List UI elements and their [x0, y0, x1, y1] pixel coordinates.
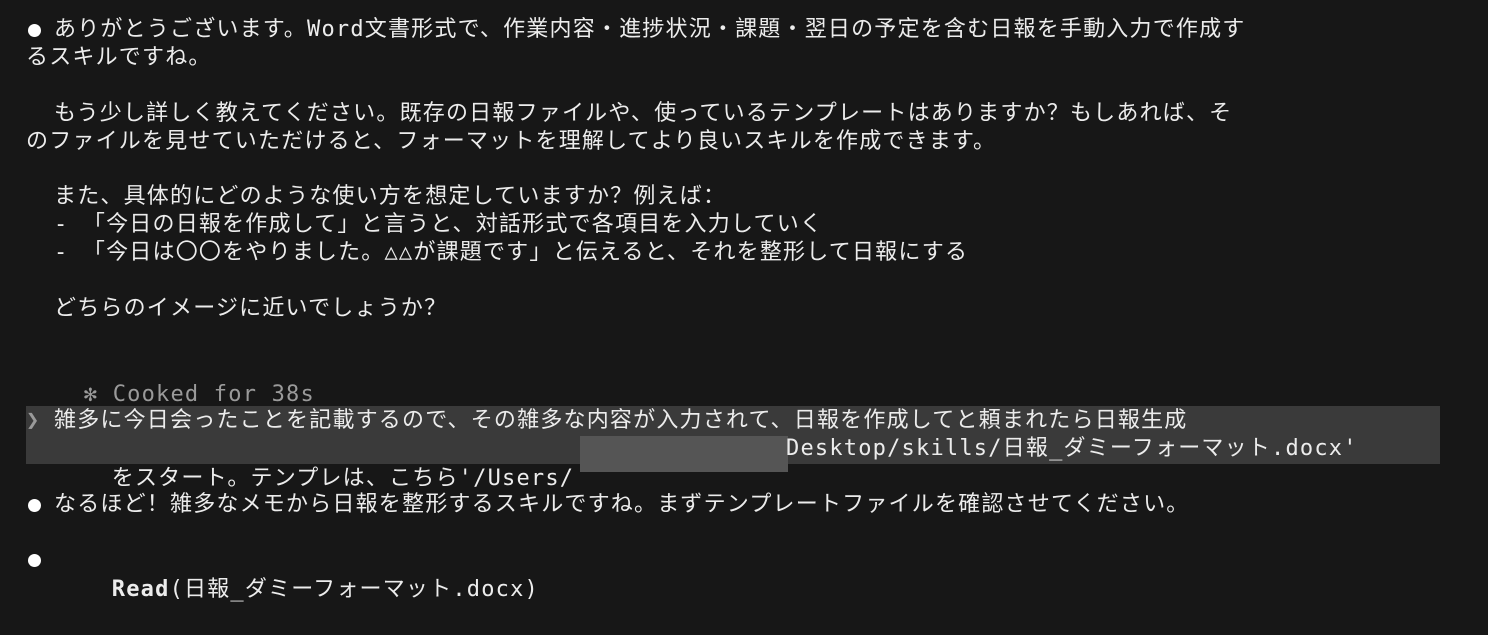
- redaction-box: [580, 436, 788, 472]
- assistant-text-line: ありがとうございます。Word文書形式で、作業内容・進捗状況・課題・翌日の予定を…: [54, 17, 1246, 42]
- assistant-text-line: また、具体的にどのような使い方を想定していますか？例えば：: [54, 184, 727, 209]
- tool-call-line: Read(日報_ダミーフォーマット.docx): [54, 545, 539, 602]
- status-line: ✻ Cooked for 38s: [26, 350, 315, 407]
- assistant-list-item: - 「今日の日報を作成して」と言うと、対話形式で各項目を入力していく: [54, 212, 824, 237]
- terminal-window: ありがとうございます。Word文書形式で、作業内容・進捗状況・課題・翌日の予定を…: [0, 0, 1488, 602]
- assistant-text-line: るスキルですね。: [26, 45, 212, 70]
- assistant-text-line: なるほど！雑多なメモから日報を整形するスキルですね。まずテンプレートファイルを確…: [54, 492, 1190, 517]
- assistant-bullet-icon: [28, 24, 41, 37]
- tool-bullet-icon: [28, 554, 41, 567]
- status-text: Cooked for 38s: [112, 382, 315, 407]
- assistant-question: どちらのイメージに近いでしょうか？: [54, 296, 448, 321]
- tool-arg: (日報_ダミーフォーマット.docx): [169, 577, 540, 602]
- assistant-list-item: - 「今日は〇〇をやりました。△△が課題です」と伝えると、それを整形して日報にす…: [54, 240, 969, 265]
- user-path-part: Desktop/skills/日報_ダミーフォーマット.docx': [786, 436, 1358, 461]
- user-text-line: 雑多に今日会ったことを記載するので、その雑多な内容が入力されて、日報を作成してと…: [54, 408, 1188, 433]
- assistant-text-line: のファイルを見せていただけると、フォーマットを理解してより良いスキルを作成できま…: [26, 129, 997, 154]
- assistant-text-line: もう少し詳しく教えてください。既存の日報ファイルや、使っているテンプレートはあり…: [54, 101, 1233, 126]
- tool-name: Read: [111, 577, 170, 602]
- prompt-chevron-icon: ❯: [26, 408, 41, 433]
- assistant-bullet-icon: [28, 499, 41, 512]
- sparkle-icon: ✻: [83, 382, 99, 407]
- user-path-part: をスタート。テンプレは、こちら'/Users/: [111, 466, 575, 491]
- user-text-line: をスタート。テンプレは、こちら'/Users/: [54, 434, 574, 491]
